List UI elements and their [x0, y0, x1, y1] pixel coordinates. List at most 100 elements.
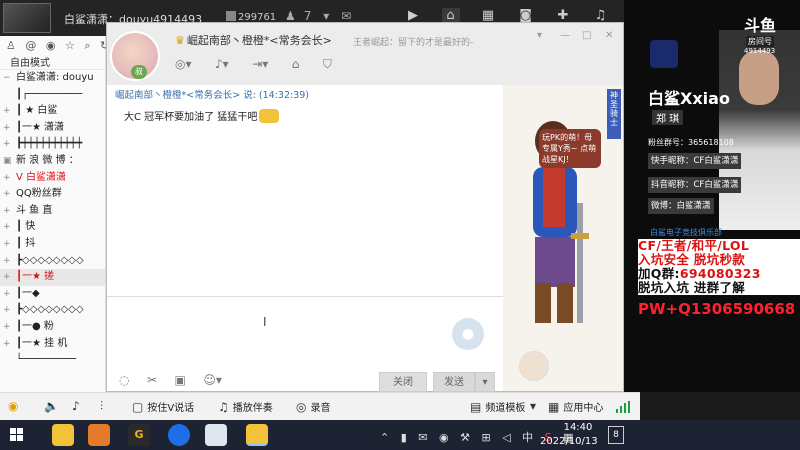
- image-icon[interactable]: ▣: [175, 373, 186, 387]
- level-badge: 叔: [131, 65, 147, 79]
- mic-icon[interactable]: ♪: [72, 399, 84, 413]
- channel-item-label: ┃一● 粉: [16, 320, 54, 332]
- expand-toggle-icon[interactable]: ▣: [3, 153, 12, 169]
- mic-icon[interactable]: ♪▾: [215, 57, 229, 71]
- dropdown-icon[interactable]: ▾: [537, 30, 542, 41]
- push-to-talk[interactable]: ▢ 按住V说话: [132, 399, 194, 414]
- share-screen-icon[interactable]: ⇥▾: [252, 57, 268, 71]
- orange-app-icon[interactable]: [88, 424, 110, 446]
- emoji-picker-icon[interactable]: ☺▾: [203, 373, 222, 387]
- expand-toggle-icon[interactable]: +: [3, 286, 11, 302]
- windows-start-icon[interactable]: [10, 428, 24, 442]
- expand-toggle-icon[interactable]: −: [3, 70, 11, 86]
- play-music[interactable]: ♫ 播放伴奏: [218, 399, 273, 414]
- star-icon[interactable]: ☆: [65, 39, 75, 52]
- user-icon[interactable]: ♙: [6, 39, 16, 52]
- clock-time[interactable]: 14:40: [553, 422, 603, 433]
- clock-date[interactable]: 2022/10/13: [540, 436, 598, 447]
- usb-icon[interactable]: ▮: [401, 431, 407, 444]
- send-options-button[interactable]: ▾: [475, 372, 495, 392]
- yy-logo-icon[interactable]: ◉: [8, 399, 22, 413]
- dropdown-icon[interactable]: ▾: [323, 9, 329, 23]
- kuaishou-tag: 快手昵称：CF白鲨潇潇: [648, 153, 742, 169]
- expand-toggle-icon[interactable]: +: [3, 186, 11, 202]
- expand-toggle-icon[interactable]: +: [3, 253, 11, 269]
- g-app-icon[interactable]: G: [128, 424, 150, 446]
- mail-icon[interactable]: ✉: [341, 9, 351, 23]
- channel-item[interactable]: + ┣◇◇◇◇◇◇◇◇: [0, 302, 105, 319]
- chat-header: 叔 ♛ 崛起南部丶橙橙*<常务会长> 王者崛起：留下的才是最好的- ▾ — □ ✕…: [107, 23, 623, 85]
- mixer-icon[interactable]: ⫶: [100, 399, 107, 414]
- k-app-icon[interactable]: [168, 424, 190, 446]
- close-button[interactable]: 关闭: [379, 372, 427, 392]
- channel-avatar[interactable]: [3, 3, 51, 33]
- minimize-icon[interactable]: —: [560, 30, 570, 41]
- expand-toggle-icon[interactable]: +: [3, 219, 11, 235]
- douyu-logo: 斗鱼: [744, 16, 777, 35]
- promo-line-2: 入坑安全 脱坑秒款: [638, 252, 746, 267]
- close-icon[interactable]: ✕: [605, 30, 613, 41]
- send-button[interactable]: 发送: [433, 372, 475, 392]
- channel-item[interactable]: + QQ粉丝群: [0, 186, 105, 203]
- channel-item[interactable]: ▣ 新 浪 微 博 ：: [0, 153, 105, 170]
- network-icon[interactable]: ⊞: [481, 431, 490, 444]
- channel-template[interactable]: ▤ 频道模板: [470, 399, 525, 414]
- channel-item[interactable]: + ┃一★ 潇潇: [0, 120, 105, 137]
- tool-tray-icon[interactable]: ⚒: [460, 431, 470, 444]
- message-sender: 崛起南部丶橙橙*<常务会长> 说:: [115, 90, 259, 101]
- expand-toggle-icon[interactable]: +: [3, 236, 11, 252]
- channel-item[interactable]: ┃┌─────────: [0, 87, 105, 104]
- expand-toggle-icon[interactable]: +: [3, 103, 11, 119]
- channel-item[interactable]: + ┣┿┿┿┿┿┿┿┿┿┿: [0, 136, 105, 153]
- expand-toggle-icon[interactable]: +: [3, 170, 11, 186]
- channel-item[interactable]: └─────────: [0, 352, 105, 369]
- notification-center[interactable]: 8: [608, 426, 624, 444]
- panel-toolbar: ♙ @ ◉ ☆ ⌕ ↻ ⚙: [0, 36, 129, 54]
- up-arrow-icon[interactable]: ⌃: [380, 431, 389, 444]
- expand-toggle-icon[interactable]: +: [3, 203, 11, 219]
- screenshot-icon[interactable]: ◌: [119, 373, 129, 387]
- record[interactable]: ◎ 录音: [296, 399, 330, 414]
- voice-input-icon[interactable]: ●: [452, 318, 484, 350]
- scissors-icon[interactable]: ✂: [147, 373, 157, 387]
- channel-item-label: 白鲨潇潇: douyu: [16, 72, 94, 83]
- speaker-icon[interactable]: 🔈: [44, 399, 63, 413]
- mail-tray-icon[interactable]: ✉: [418, 431, 427, 444]
- at-icon[interactable]: @: [25, 39, 36, 52]
- channel-item[interactable]: + 斗 鱼 直: [0, 203, 105, 220]
- more-icon[interactable]: ▾: [530, 399, 540, 413]
- channel-item[interactable]: + ┃ ★ 白鲨: [0, 103, 105, 120]
- yy-active-app-icon[interactable]: [246, 424, 268, 446]
- message-body: 大C 冠军杯要加油了 猛猛干吧: [124, 108, 280, 123]
- search-icon[interactable]: ⌕: [84, 39, 90, 52]
- push-to-talk-label: 按住V说话: [147, 403, 195, 414]
- expand-toggle-icon[interactable]: +: [3, 319, 11, 335]
- channel-item[interactable]: + ┃ 抖: [0, 236, 105, 253]
- yy-app-icon[interactable]: [52, 424, 74, 446]
- maximize-icon[interactable]: □: [582, 30, 591, 41]
- expand-toggle-icon[interactable]: +: [3, 120, 11, 136]
- channel-item[interactable]: + ┃ 快: [0, 219, 105, 236]
- channel-item[interactable]: + V 白鲨潇潇: [0, 170, 105, 187]
- gift-icon[interactable]: ⌂: [292, 57, 300, 71]
- yy-tray-icon[interactable]: ◉: [439, 431, 449, 444]
- expand-toggle-icon[interactable]: +: [3, 269, 11, 285]
- ime-indicator[interactable]: 中: [522, 431, 533, 444]
- expand-toggle-icon[interactable]: +: [3, 136, 11, 152]
- expand-toggle-icon[interactable]: +: [3, 302, 11, 318]
- channel-item[interactable]: + ┣◇◇◇◇◇◇◇◇: [0, 253, 105, 270]
- my-avatar[interactable]: [519, 351, 549, 381]
- channel-item[interactable]: + ┃一★ 搓: [0, 269, 105, 286]
- channel-mode[interactable]: 自由模式: [0, 54, 105, 70]
- channel-item[interactable]: + ┃一◆: [0, 286, 105, 303]
- app-center[interactable]: ▦ 应用中心: [548, 399, 603, 414]
- channel-item[interactable]: − 白鲨潇潇: douyu: [0, 70, 105, 87]
- expand-toggle-icon[interactable]: +: [3, 336, 11, 352]
- location-icon[interactable]: ◉: [46, 39, 56, 52]
- shield-icon[interactable]: ⛉: [323, 57, 332, 72]
- channel-item[interactable]: + ┃一● 粉: [0, 319, 105, 336]
- channel-item[interactable]: + ┃一★ 挂 机: [0, 336, 105, 353]
- volume-icon[interactable]: ◁: [502, 431, 510, 444]
- window-app-icon[interactable]: [205, 424, 227, 446]
- camera-icon[interactable]: ◎▾: [175, 57, 192, 71]
